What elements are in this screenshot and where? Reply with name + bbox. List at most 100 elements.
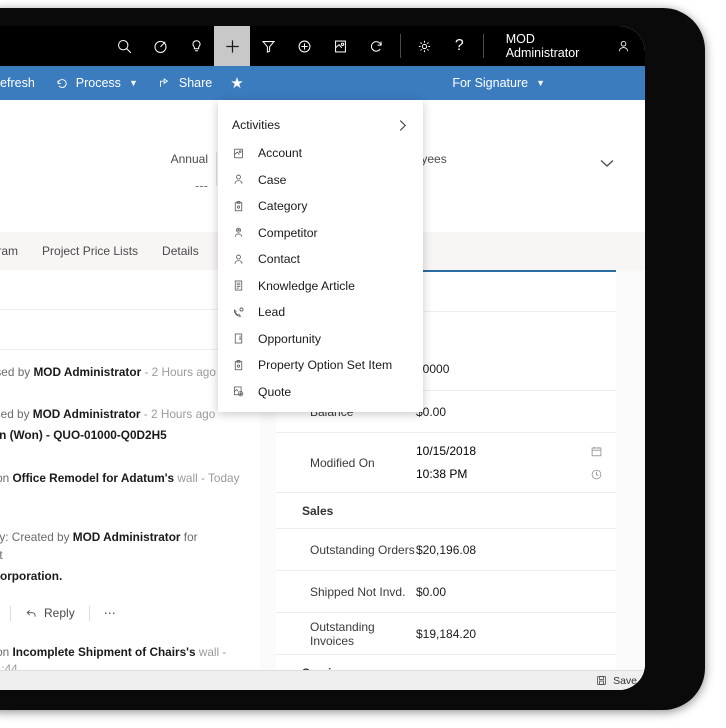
menu-item-lead[interactable]: Lead	[218, 299, 423, 326]
menu-item-label: Quote	[258, 384, 292, 399]
chevron-right-icon	[398, 119, 407, 132]
filter-icon[interactable]	[250, 26, 286, 66]
tab-project-price-lists[interactable]: Project Price Lists	[30, 244, 150, 258]
account-icon	[232, 147, 258, 160]
refresh-label: Refresh	[0, 76, 35, 90]
device-bezel: n	[0, 8, 705, 710]
timeline-entry-pre: portunity: Created by	[0, 530, 70, 545]
timeline-entry[interactable]: o-post on Office Remodel for Adatum's wa…	[0, 453, 260, 513]
timeline-entry-sep: -	[141, 365, 152, 379]
top-nav-icon-group	[106, 26, 394, 66]
menu-item-activities[interactable]: Activities	[218, 110, 423, 140]
user-name-label: MOD Administrator	[505, 32, 580, 60]
stat-value: 10000	[416, 362, 450, 376]
share-button[interactable]: Share	[148, 66, 222, 100]
assistant-icon[interactable]	[142, 26, 178, 66]
calendar-icon[interactable]	[590, 445, 603, 458]
contact-person-icon	[232, 253, 258, 266]
quick-create-plus-icon[interactable]	[214, 26, 251, 66]
timeline-entry-sep: wall -	[174, 471, 208, 486]
more-options-button[interactable]: ⋯	[90, 606, 130, 620]
menu-item-label: Account	[258, 146, 303, 161]
help-question-icon[interactable]: ?	[442, 26, 477, 66]
refresh-sync-icon[interactable]	[358, 26, 394, 66]
timeline-entry-actor: MOD Administrator	[32, 406, 141, 421]
timeline-entry-detail: ote Won (Won) - QUO-01000-Q0D2H5	[0, 428, 167, 443]
stat-value: $0.00	[416, 584, 447, 599]
menu-item-account[interactable]: Account	[218, 140, 423, 167]
gear-icon[interactable]	[407, 26, 442, 66]
menu-item-knowledge-article[interactable]: Knowledge Article	[218, 273, 423, 300]
reply-label: Reply	[44, 606, 75, 620]
user-account-button[interactable]: MOD Administrator	[490, 26, 645, 66]
like-button[interactable]: Like	[0, 606, 10, 620]
case-person-icon	[232, 173, 258, 186]
person-icon	[616, 39, 631, 54]
for-signature-button[interactable]: For Signature ▼	[442, 66, 645, 100]
stat-row-shipped-not-invd: Shipped Not Invd. $0.00	[276, 570, 616, 612]
header-divider	[216, 152, 217, 186]
menu-item-label: Knowledge Article	[258, 278, 355, 293]
stat-label: Outstanding Orders	[310, 542, 415, 557]
refresh-button[interactable]: Refresh	[0, 66, 45, 100]
modified-values: 10/15/2018 10:38 PM	[416, 444, 576, 481]
chevron-down-icon: ▼	[128, 78, 138, 88]
tab-program[interactable]: Program	[0, 244, 30, 258]
menu-item-label: Competitor	[258, 225, 318, 240]
property-option-set-icon	[232, 359, 258, 372]
search-icon[interactable]	[106, 26, 142, 66]
menu-item-competitor[interactable]: Competitor	[218, 220, 423, 247]
save-status-footer: Save	[0, 670, 645, 690]
advanced-find-icon[interactable]	[286, 26, 322, 66]
lightbulb-icon[interactable]	[178, 26, 214, 66]
competitor-award-icon	[232, 226, 258, 239]
timeline-entry-sep: -	[140, 406, 151, 421]
menu-item-label: Contact	[258, 252, 301, 267]
for-signature-label: For Signature	[452, 76, 529, 90]
menu-item-label: Opportunity	[258, 331, 322, 346]
menu-item-label: Category	[258, 199, 308, 214]
stat-row-outstanding-invoices: Outstanding Invoices $19,184.20	[276, 612, 616, 654]
timeline-entry-actor: MOD Administrator	[72, 530, 181, 545]
modified-time-value: 10:38 PM	[416, 467, 468, 481]
header-field-annual: Annual ---	[130, 152, 208, 193]
relationship-assistant-icon[interactable]	[322, 26, 358, 66]
timeline-entry-pre: der closed by	[0, 365, 31, 379]
star-icon[interactable]: ★	[222, 74, 251, 92]
timeline-entry[interactable]: portunity: Created by MOD Administrator …	[0, 513, 260, 593]
timeline-entry-actor: Office Remodel for Adatum's	[12, 471, 175, 486]
app-name-label: n	[0, 39, 106, 54]
menu-item-opportunity[interactable]: Opportunity	[218, 326, 423, 353]
command-bar: Refresh Process ▼ Share ★	[0, 66, 645, 100]
menu-item-category[interactable]: Category	[218, 193, 423, 220]
menu-item-property-option-set-item[interactable]: Property Option Set Item	[218, 352, 423, 379]
process-label: Process	[75, 76, 121, 90]
save-floppy-icon	[596, 675, 607, 686]
stat-value: $19,184.20	[416, 626, 477, 641]
timeline-entry-actor: MOD Administrator	[33, 365, 142, 379]
save-label[interactable]: Save	[613, 675, 637, 687]
process-icon	[55, 76, 69, 90]
menu-item-label: Activities	[232, 118, 281, 132]
menu-item-case[interactable]: Case	[218, 167, 423, 194]
header-field-annual-value: ---	[195, 178, 208, 193]
reply-button[interactable]: Reply	[11, 606, 89, 620]
timeline-entry-sep: wall -	[195, 644, 227, 659]
menu-item-contact[interactable]: Contact	[218, 246, 423, 273]
share-label: Share	[178, 76, 213, 90]
reply-arrow-icon	[25, 607, 38, 620]
process-button[interactable]: Process ▼	[45, 66, 148, 100]
timeline-entry-time: 2 Hours ago	[151, 406, 216, 421]
modified-icons	[576, 445, 616, 481]
timeline-entry-actions: Like Reply ⋯	[0, 594, 260, 625]
clock-icon[interactable]	[590, 468, 603, 481]
quick-create-dropdown-menu: Activities Account Case Category Competi…	[218, 100, 423, 412]
timeline-entry-pre: o-post on	[0, 644, 10, 659]
tab-details[interactable]: Details	[150, 244, 211, 258]
header-field-annual-label: Annual	[170, 152, 208, 166]
stat-row-outstanding-orders: Outstanding Orders $20,196.08	[276, 528, 616, 570]
menu-item-quote[interactable]: Quote	[218, 379, 423, 406]
stat-row-modified-on: Modified On 10/15/2018 10:38 PM	[276, 432, 616, 492]
header-expand-chevron-icon[interactable]	[599, 158, 615, 168]
timeline-entry-pre: ote closed by	[0, 406, 30, 421]
